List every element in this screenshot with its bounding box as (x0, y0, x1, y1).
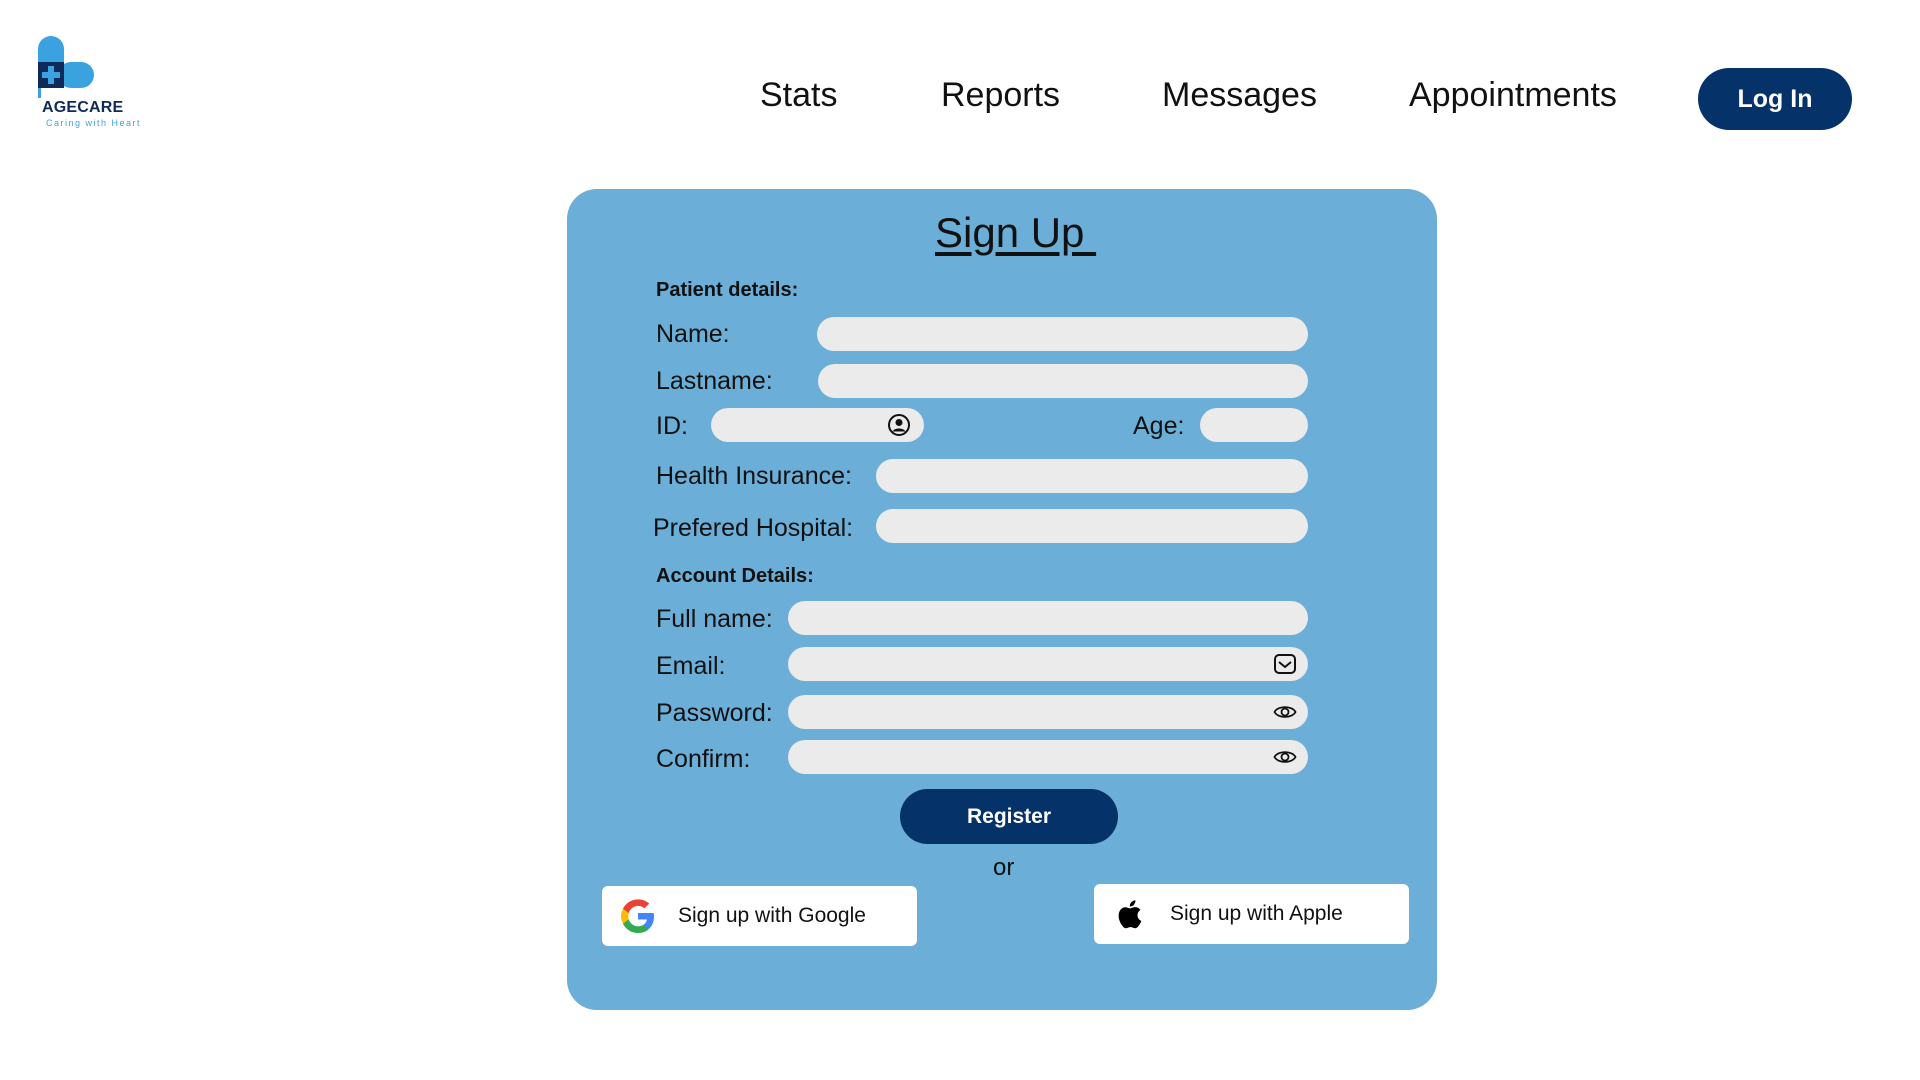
mail-icon (1274, 654, 1296, 674)
user-circle-icon (888, 414, 910, 436)
email-field[interactable] (788, 647, 1308, 681)
eye-icon[interactable] (1272, 699, 1298, 725)
nav-messages[interactable]: Messages (1162, 76, 1317, 115)
brand-name: AGECARE (42, 99, 124, 116)
account-details-heading: Account Details: (656, 565, 814, 587)
password-field[interactable] (788, 695, 1308, 729)
full-name-field[interactable] (788, 601, 1308, 635)
preferred-hospital-label: Prefered Hospital: (653, 514, 854, 542)
nav-stats[interactable]: Stats (760, 76, 837, 115)
google-signup-button[interactable]: Sign up with Google (602, 886, 917, 946)
age-label: Age: (1133, 412, 1185, 440)
eye-icon[interactable] (1272, 744, 1298, 770)
health-insurance-field[interactable] (876, 459, 1308, 493)
logo-mark-icon (38, 36, 94, 98)
brand-logo[interactable]: AGECARE Caring with Heart (36, 36, 166, 136)
apple-signup-button[interactable]: Sign up with Apple (1094, 884, 1409, 944)
page-title: Sign Up (935, 209, 1097, 256)
nav-appointments[interactable]: Appointments (1409, 76, 1617, 115)
brand-tagline: Caring with Heart (46, 118, 142, 128)
register-button[interactable]: Register (900, 789, 1118, 844)
signup-card: Sign Up Patient details: Name: Lastname:… (567, 189, 1437, 1010)
or-divider: or (993, 854, 1015, 881)
name-label: Name: (656, 320, 730, 348)
nav-reports[interactable]: Reports (941, 76, 1060, 115)
patient-details-heading: Patient details: (656, 279, 799, 301)
full-name-label: Full name: (656, 605, 773, 633)
lastname-label: Lastname: (656, 367, 773, 395)
google-icon (621, 899, 654, 933)
apple-icon (1118, 900, 1142, 929)
age-field[interactable] (1200, 408, 1308, 442)
confirm-password-field[interactable] (788, 740, 1308, 774)
preferred-hospital-field[interactable] (876, 509, 1308, 543)
id-label: ID: (656, 412, 688, 440)
name-field[interactable] (817, 317, 1308, 351)
apple-signup-label: Sign up with Apple (1170, 902, 1343, 925)
login-button[interactable]: Log In (1698, 68, 1852, 130)
lastname-field[interactable] (818, 364, 1308, 398)
health-insurance-label: Health Insurance: (656, 462, 852, 490)
google-signup-label: Sign up with Google (678, 904, 866, 927)
email-label: Email: (656, 652, 726, 680)
password-label: Password: (656, 699, 773, 727)
confirm-label: Confirm: (656, 745, 751, 773)
